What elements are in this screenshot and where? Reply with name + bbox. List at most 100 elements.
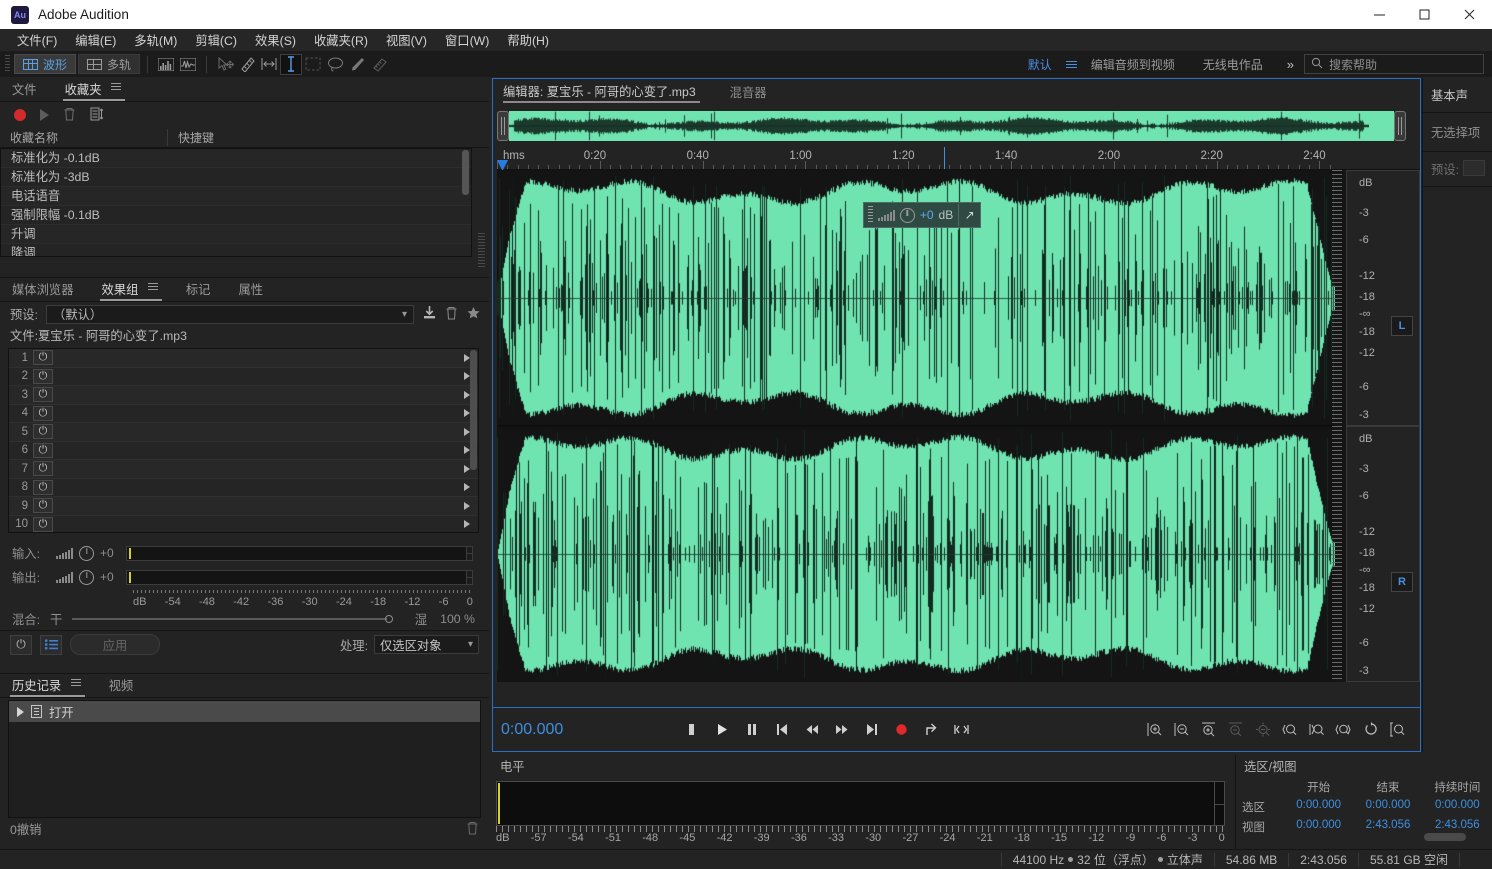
zoom-to-selection-in-point-button[interactable] (1281, 721, 1298, 738)
list-item[interactable]: 电话语音 (1, 187, 471, 206)
effects-scrollbar[interactable] (470, 350, 477, 470)
toolbar-grip-icon[interactable] (5, 55, 10, 73)
essential-sound-title[interactable]: 基本声 (1423, 78, 1492, 110)
lasso-selection-tool-icon[interactable] (324, 54, 346, 75)
input-gain-knob[interactable] (79, 546, 94, 561)
effect-slot[interactable]: 1 ⏻ (9, 349, 478, 368)
effect-slot[interactable]: 3 ⏻ (9, 386, 478, 405)
effect-slot[interactable]: 4 ⏻ (9, 405, 478, 424)
overview-left-handle[interactable] (497, 111, 509, 141)
tab-media-browser[interactable]: 媒体浏览器 (10, 278, 88, 302)
list-item[interactable]: 强制限幅 -0.1dB (1, 206, 471, 225)
edit-favorite-icon[interactable] (90, 107, 104, 124)
workspace-edit-audio-to-video[interactable]: 编辑音频到视频 (1077, 56, 1189, 73)
tab-video[interactable]: 视频 (107, 674, 148, 698)
spot-healing-brush-icon[interactable] (368, 54, 390, 75)
power-icon[interactable]: ⏻ (33, 387, 53, 402)
tab-editor[interactable]: 编辑器: 夏宝乐 - 阿哥的心变了.mp3 (503, 79, 700, 105)
razor-tool-icon[interactable] (258, 54, 280, 75)
overview-right-handle[interactable] (1394, 111, 1406, 141)
rack-list-icon[interactable] (40, 635, 62, 655)
selection-duration-value[interactable]: 0:00.000 (1423, 797, 1492, 817)
menu-clip[interactable]: 剪辑(C) (186, 28, 246, 52)
tab-markers[interactable]: 标记 (184, 278, 225, 302)
gain-knob[interactable] (900, 208, 915, 223)
effects-menu-icon[interactable] (148, 283, 158, 292)
record-button[interactable] (893, 721, 910, 738)
fast-forward-button[interactable] (833, 721, 850, 738)
history-menu-icon[interactable] (71, 679, 81, 688)
menu-file[interactable]: 文件(F) (8, 28, 66, 52)
effect-slot[interactable]: 9 ⏻ (9, 497, 478, 516)
effect-slot[interactable]: 2 ⏻ (9, 368, 478, 387)
zoom-out-full-button[interactable] (1254, 721, 1271, 738)
mix-slider[interactable] (72, 614, 398, 624)
workspace-radio-production[interactable]: 无线电作品 (1189, 56, 1277, 73)
power-icon[interactable]: ⏻ (33, 461, 53, 476)
save-preset-icon[interactable] (422, 305, 437, 323)
pause-button[interactable] (743, 721, 760, 738)
list-item[interactable]: 升调 (1, 225, 471, 244)
waveform-overview[interactable] (497, 107, 1406, 145)
stop-button[interactable] (683, 721, 700, 738)
spectral-pitch-icon[interactable] (177, 54, 199, 75)
selection-start-value[interactable]: 0:00.000 (1284, 797, 1353, 817)
play-button[interactable] (713, 721, 730, 738)
menu-help[interactable]: 帮助(H) (498, 28, 558, 52)
menu-favorites[interactable]: 收藏夹(R) (305, 28, 377, 52)
view-start-value[interactable]: 0:00.000 (1284, 817, 1353, 837)
waveform-display[interactable]: +0 dB ↗ dB -3 -6 -12 -18 -∞ -18 -12 -6 -… (497, 170, 1420, 682)
apply-button[interactable]: 应用 (70, 634, 160, 655)
chevron-right-icon[interactable] (464, 483, 470, 491)
menu-edit[interactable]: 编辑(E) (66, 28, 125, 52)
zoom-in-time-button[interactable] (1200, 721, 1217, 738)
tab-properties[interactable]: 属性 (236, 278, 277, 302)
favorites-menu-icon[interactable] (111, 83, 121, 92)
apply-gain-icon[interactable]: ↗ (958, 204, 980, 226)
zoom-in-amplitude-button[interactable] (1146, 721, 1163, 738)
marquee-selection-tool-icon[interactable] (302, 54, 324, 75)
essential-preset-select[interactable] (1463, 160, 1485, 176)
search-help-input[interactable]: 搜索帮助 (1304, 54, 1484, 74)
zoom-to-selection-button[interactable] (1335, 721, 1352, 738)
power-icon[interactable]: ⏻ (33, 350, 53, 365)
menu-multitrack[interactable]: 多轨(M) (125, 28, 186, 52)
play-favorite-icon[interactable] (40, 109, 49, 121)
toggle-zoom-button[interactable] (1362, 721, 1379, 738)
power-icon[interactable]: ⏻ (33, 517, 53, 532)
close-button[interactable] (1447, 0, 1492, 29)
effect-slot[interactable]: 10 ⏻ (9, 516, 478, 534)
workspace-menu-icon[interactable] (1066, 61, 1077, 68)
zoom-vertical-button[interactable] (1389, 721, 1406, 738)
tab-effects-rack[interactable]: 效果组 (100, 278, 172, 302)
minimize-button[interactable] (1357, 0, 1402, 29)
zoom-to-selection-out-point-button[interactable] (1308, 721, 1325, 738)
favorites-list[interactable]: 标准化为 -0.1dB 标准化为 -3dB 电话语音 强制限幅 -0.1dB 升… (0, 148, 472, 257)
rack-power-icon[interactable]: ⏻ (10, 635, 32, 655)
add-to-favorites-icon[interactable] (466, 306, 481, 323)
tab-files[interactable]: 文件 (10, 78, 51, 102)
tab-mixer[interactable]: 混音器 (730, 83, 767, 101)
rewind-button[interactable] (803, 721, 820, 738)
menu-window[interactable]: 窗口(W) (436, 28, 498, 52)
effect-slot[interactable]: 6 ⏻ (9, 442, 478, 461)
spectral-frequency-icon[interactable] (155, 54, 177, 75)
record-favorite-icon[interactable] (14, 109, 26, 121)
list-item[interactable]: 降调 (1, 244, 471, 257)
history-entry[interactable]: 打开 (9, 701, 480, 722)
current-time-display[interactable]: 0:00.000 (493, 721, 683, 739)
time-ruler[interactable]: hms 0:200:401:001:201:402:002:202:40 (497, 148, 1420, 170)
right-channel-badge[interactable]: R (1391, 572, 1413, 592)
list-item[interactable]: 标准化为 -0.1dB (1, 149, 471, 168)
gain-adjust-popup[interactable]: +0 dB ↗ (863, 202, 981, 228)
menu-view[interactable]: 视图(V) (377, 28, 436, 52)
move-to-end-button[interactable] (863, 721, 880, 738)
chevron-right-icon[interactable] (464, 520, 470, 528)
zoom-out-time-button[interactable] (1227, 721, 1244, 738)
waveform-mode-button[interactable]: 波形 (14, 54, 76, 74)
move-to-start-button[interactable] (773, 721, 790, 738)
skip-selection-button[interactable] (953, 721, 970, 738)
maximize-button[interactable] (1402, 0, 1447, 29)
panel-resize-grip-icon[interactable] (478, 233, 485, 268)
popup-grip-icon[interactable] (868, 206, 873, 224)
